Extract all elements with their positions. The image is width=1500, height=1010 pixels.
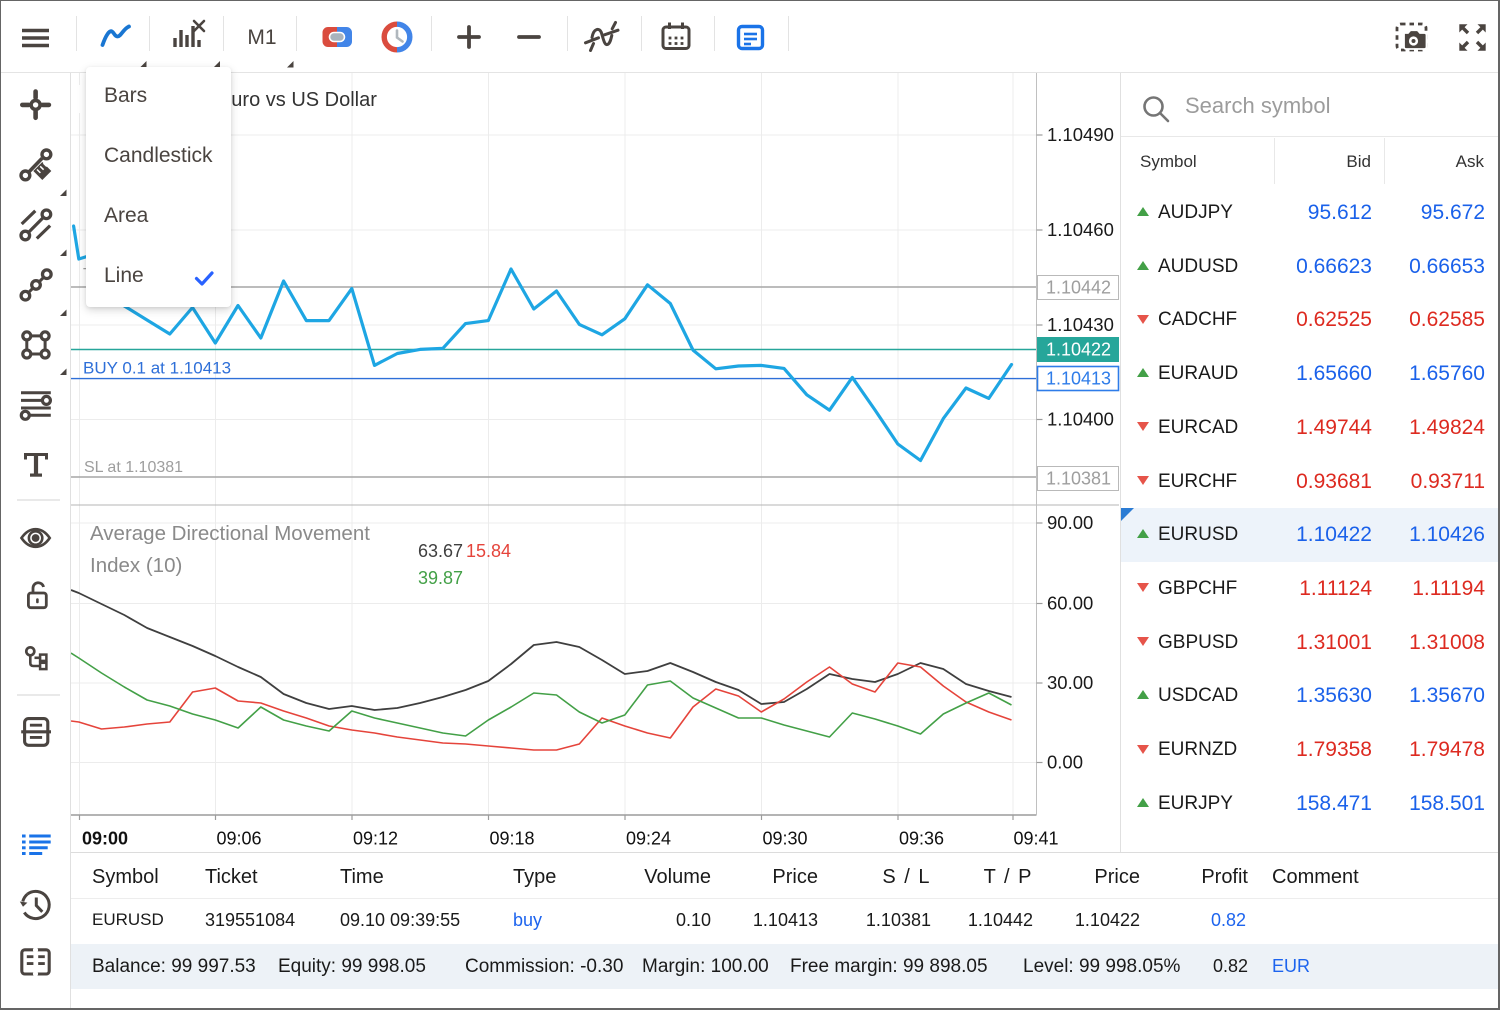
- svg-text:1.10381: 1.10381: [1046, 469, 1111, 489]
- svg-text:0.00: 0.00: [1047, 752, 1083, 773]
- svg-text:09:30: 09:30: [763, 829, 808, 849]
- svg-text:Average Directional Movement: Average Directional Movement: [90, 522, 370, 545]
- svg-text:09:36: 09:36: [899, 829, 944, 849]
- svg-text:09:00: 09:00: [82, 829, 128, 849]
- svg-text:30.00: 30.00: [1047, 672, 1093, 693]
- svg-text:BUY 0.1 at 1.10413: BUY 0.1 at 1.10413: [83, 359, 231, 378]
- svg-text:M1: M1: [247, 26, 276, 49]
- svg-text:09:18: 09:18: [490, 829, 535, 849]
- svg-text:09:12: 09:12: [353, 829, 398, 849]
- svg-text:1.10490: 1.10490: [1047, 124, 1114, 145]
- svg-text:09:06: 09:06: [217, 829, 262, 849]
- svg-text:39.87: 39.87: [418, 568, 463, 588]
- svg-text:1.10430: 1.10430: [1047, 314, 1114, 335]
- svg-text:1.10413: 1.10413: [1046, 369, 1111, 389]
- svg-text:SL at 1.10381: SL at 1.10381: [84, 459, 183, 476]
- svg-text:1.10422: 1.10422: [1046, 340, 1111, 360]
- svg-text:1.10442: 1.10442: [1046, 278, 1111, 298]
- svg-text:09:24: 09:24: [626, 829, 671, 849]
- svg-text:1.10460: 1.10460: [1047, 219, 1114, 240]
- svg-text:09:41: 09:41: [1014, 829, 1059, 849]
- svg-text:63.67: 63.67: [418, 541, 463, 561]
- svg-text:Index (10): Index (10): [90, 554, 182, 577]
- svg-text:15.84: 15.84: [466, 541, 511, 561]
- svg-text:90.00: 90.00: [1047, 512, 1093, 533]
- svg-text:60.00: 60.00: [1047, 593, 1093, 614]
- svg-text:1.10400: 1.10400: [1047, 409, 1114, 430]
